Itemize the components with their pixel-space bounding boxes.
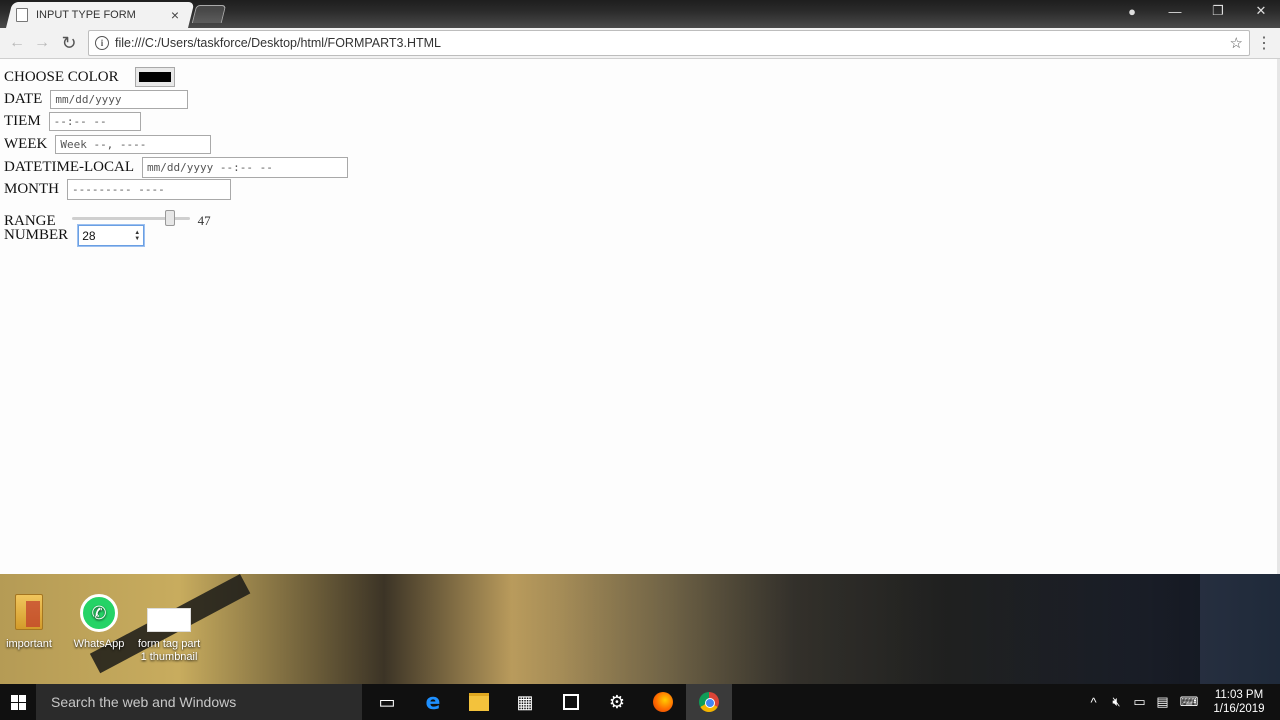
week-row: WEEK Week --, ---- [4, 135, 212, 154]
task-view-icon[interactable]: ▭ [364, 684, 410, 720]
number-value: 28 [82, 228, 96, 243]
whatsapp-icon: ✆ [80, 594, 118, 632]
system-tray: ^ 🔇︎ ▭ ▤ ⌨ 11:03 PM 1/16/2019 [1082, 684, 1280, 720]
browser-toolbar: ← → ↻ i file:///C:/Users/taskforce/Deskt… [0, 28, 1280, 59]
taskbar-search[interactable]: Search the web and Windows [36, 684, 362, 720]
notification-icon[interactable]: ▤ [1151, 694, 1174, 710]
browser-tab[interactable]: INPUT TYPE FORM × [14, 3, 186, 27]
color-label: CHOOSE COLOR [4, 68, 119, 85]
wallpaper-shade [560, 574, 1200, 684]
store-icon[interactable] [548, 684, 594, 720]
info-icon[interactable]: i [95, 36, 109, 50]
close-window-icon[interactable]: ✕ [1243, 0, 1279, 22]
date-row: DATE mm/dd/yyyy [4, 90, 189, 109]
month-input[interactable]: --------- ---- [67, 179, 231, 200]
new-tab-button[interactable] [191, 5, 227, 23]
file-explorer-icon[interactable] [456, 684, 502, 720]
time-input[interactable]: --:-- -- [48, 112, 141, 131]
date-input[interactable]: mm/dd/yyyy [50, 90, 189, 109]
month-label: MONTH [4, 181, 59, 197]
folder-icon [15, 594, 43, 630]
datetime-local-input[interactable]: mm/dd/yyyy --:-- -- [141, 157, 348, 178]
page-icon [16, 8, 28, 22]
color-row: CHOOSE COLOR [4, 67, 175, 87]
datetime-label: DATETIME-LOCAL [4, 159, 134, 175]
range-value: 47 [197, 212, 211, 228]
bookmark-star-icon[interactable]: ☆ [1230, 34, 1243, 52]
show-desktop-button[interactable] [1270, 684, 1280, 720]
desktop-icon-label: form tag part 1 thumbnail [137, 638, 201, 663]
windows-logo-icon [10, 694, 26, 710]
number-input[interactable]: 28 ▲ ▼ [78, 225, 145, 246]
url-text[interactable]: file:///C:/Users/taskforce/Desktop/html/… [115, 36, 1230, 50]
week-input[interactable]: Week --, ---- [55, 135, 212, 154]
forward-arrow-icon[interactable]: → [31, 32, 53, 54]
taskbar-clock[interactable]: 11:03 PM 1/16/2019 [1208, 688, 1270, 716]
datetime-row: DATETIME-LOCAL mm/dd/yyyy --:-- -- [4, 157, 348, 178]
reload-icon[interactable]: ↻ [58, 32, 80, 54]
clock-time: 11:03 PM [1214, 689, 1264, 701]
time-row: TIEM --:-- -- [4, 112, 141, 131]
firefox-icon[interactable] [640, 684, 686, 720]
settings-gear-icon[interactable]: ⚙ [594, 684, 640, 720]
page-content: CHOOSE COLOR DATE mm/dd/yyyy TIEM --:-- … [0, 59, 1277, 574]
address-bar[interactable]: i file:///C:/Users/taskforce/Desktop/htm… [88, 30, 1250, 56]
desktop-icon-label: WhatsApp [73, 638, 125, 650]
color-fill [138, 72, 171, 82]
menu-dots-icon[interactable]: ⋮ [1256, 32, 1272, 54]
start-button[interactable] [0, 684, 36, 720]
desktop-icon-whatsapp[interactable]: ✆ WhatsApp [64, 594, 134, 651]
time-label: TIEM [4, 113, 41, 129]
desktop-icon-thumbnail[interactable]: form tag part 1 thumbnail [134, 594, 204, 664]
taskbar: Search the web and Windows ▭ e ▦ ⚙ ^ 🔇︎ … [0, 684, 1280, 720]
battery-icon[interactable]: ▭ [1128, 694, 1151, 710]
number-label: NUMBER [4, 227, 69, 243]
volume-muted-icon[interactable]: 🔇︎ [1105, 694, 1128, 710]
profile-icon[interactable]: ● [1114, 0, 1150, 22]
desktop-background: important ✆ WhatsApp form tag part 1 thu… [0, 574, 1280, 684]
tab-title: INPUT TYPE FORM [36, 9, 136, 21]
calculator-icon[interactable]: ▦ [502, 684, 548, 720]
image-file-icon [147, 608, 191, 632]
desktop-icon-important[interactable]: important [0, 594, 64, 651]
range-thumb[interactable] [164, 209, 175, 226]
week-label: WEEK [4, 136, 48, 152]
keyboard-icon[interactable]: ⌨ [1174, 694, 1204, 710]
number-row: NUMBER 28 ▲ ▼ [4, 225, 145, 246]
desktop-icon-label: important [6, 638, 52, 650]
chevron-up-icon[interactable]: ^ [1082, 695, 1105, 710]
edge-icon[interactable]: e [410, 684, 456, 720]
browser-titlebar: INPUT TYPE FORM × ● — ❐ ✕ [0, 0, 1280, 28]
minimize-icon[interactable]: — [1157, 0, 1193, 22]
clock-date: 1/16/2019 [1213, 703, 1265, 715]
chrome-icon[interactable] [686, 684, 732, 720]
maximize-icon[interactable]: ❐ [1200, 0, 1236, 22]
back-arrow-icon[interactable]: ← [6, 32, 28, 54]
number-spinner-icon[interactable]: ▲ ▼ [134, 230, 140, 242]
date-label: DATE [4, 91, 43, 107]
month-row: MONTH --------- ---- [4, 179, 231, 200]
tab-close-icon[interactable]: × [168, 7, 182, 23]
color-picker[interactable] [134, 67, 175, 87]
